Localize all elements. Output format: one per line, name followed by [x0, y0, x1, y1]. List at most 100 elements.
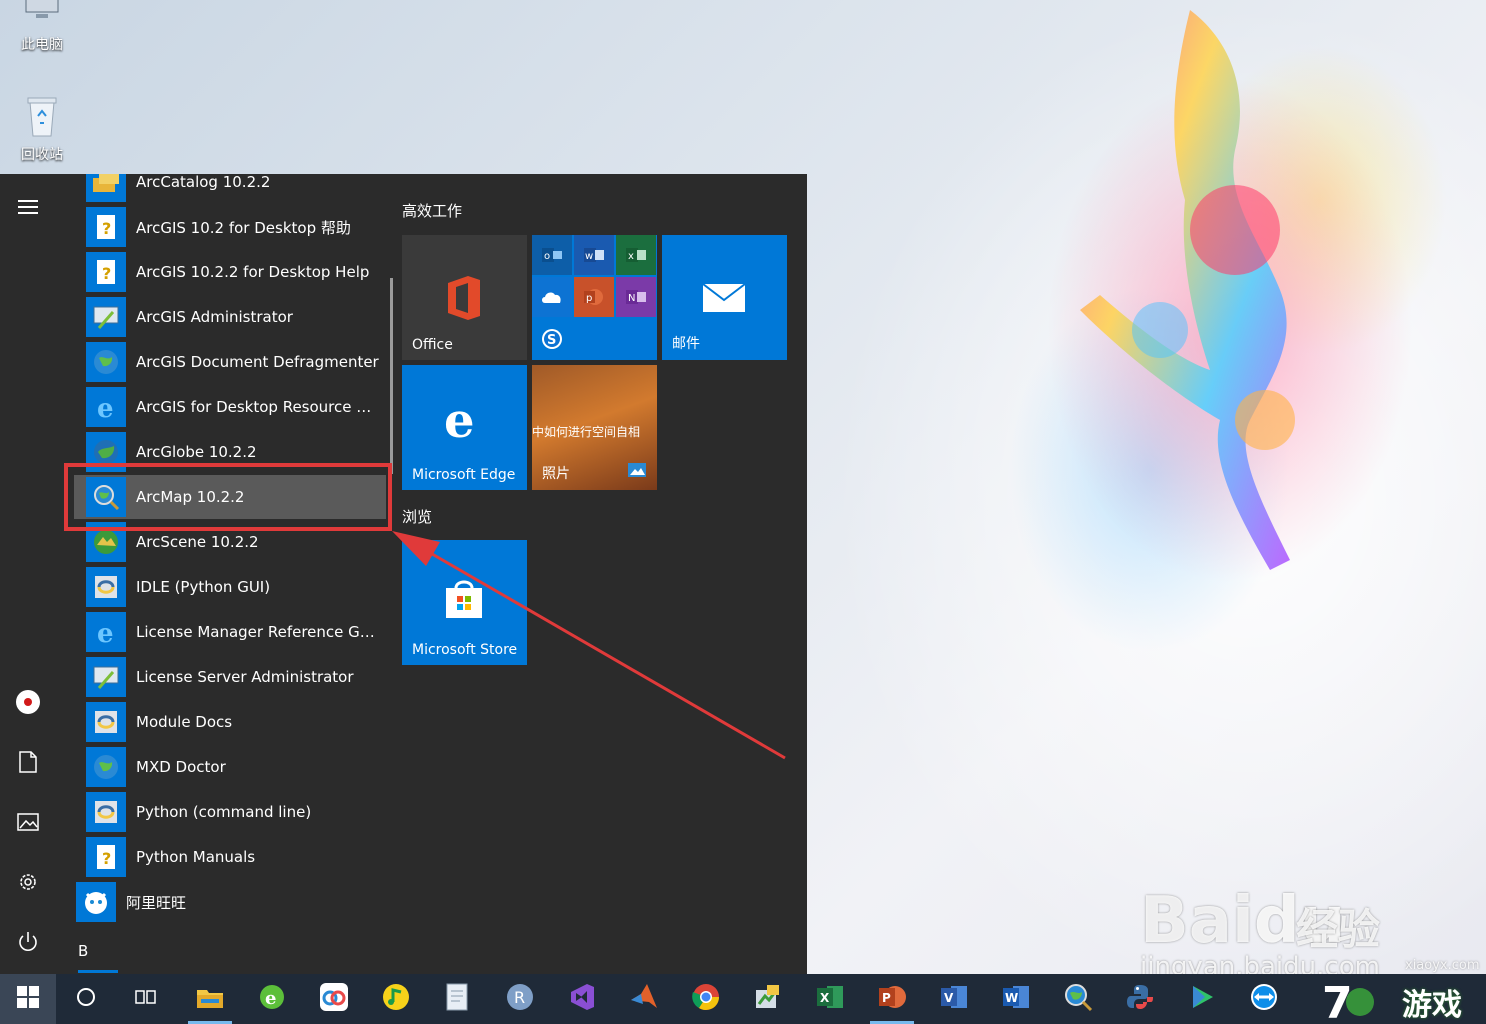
tile-label: 照片 [542, 466, 570, 482]
photos-icon [627, 462, 647, 482]
game-brand-watermark: 7 游戏 [1318, 974, 1486, 1024]
taskbar-app-chrome[interactable] [678, 974, 734, 1024]
documents-button[interactable] [8, 744, 48, 784]
list-item[interactable]: e License Manager Reference Gui... [86, 610, 386, 654]
section-divider [78, 970, 118, 973]
excel-icon[interactable]: x [616, 235, 656, 275]
help-icon: ? [86, 207, 126, 247]
taskbar-app-visual-studio[interactable] [554, 974, 610, 1024]
taskbar-app-media-player[interactable] [1174, 974, 1230, 1024]
qq-music-icon [381, 982, 411, 1016]
watermark-jingyan-text: 经验 [1296, 905, 1381, 954]
word-icon: W [1001, 982, 1031, 1016]
section-header-b[interactable]: B [78, 942, 88, 960]
outlook-icon[interactable]: o [532, 235, 572, 275]
word-icon[interactable]: w [574, 235, 614, 275]
app-label: Module Docs [136, 713, 233, 731]
taskbar-app-python[interactable] [1112, 974, 1168, 1024]
user-account-button[interactable] [8, 684, 48, 724]
svg-text:X: X [820, 991, 830, 1005]
settings-button[interactable] [8, 864, 48, 904]
skype-icon[interactable]: S [532, 319, 572, 359]
powerpoint-icon[interactable]: p [574, 277, 614, 317]
list-item[interactable]: IDLE (Python GUI) [86, 565, 386, 609]
python-icon [86, 792, 126, 832]
taskbar-app-r[interactable]: R [492, 974, 548, 1024]
list-item[interactable]: ArcGIS Administrator [86, 295, 386, 339]
gear-icon [17, 871, 39, 897]
pictures-button[interactable] [8, 804, 48, 844]
list-item[interactable]: Python (command line) [86, 790, 386, 834]
list-item[interactable]: License Server Administrator [86, 655, 386, 699]
list-item[interactable]: ? ArcGIS 10.2.2 for Desktop Help [86, 250, 386, 294]
python-icon [86, 567, 126, 607]
visio-icon: V [939, 982, 969, 1016]
task-view-icon [134, 987, 158, 1011]
tile-mail[interactable]: 邮件 [662, 235, 787, 360]
scrollbar[interactable] [390, 278, 393, 474]
media-player-icon [1187, 982, 1217, 1016]
tile-microsoft-edge[interactable]: e Microsoft Edge [402, 365, 527, 490]
list-item[interactable]: ? ArcGIS 10.2 for Desktop 帮助 [86, 205, 386, 249]
tile-group-title[interactable]: 高效工作 [402, 200, 462, 221]
taskbar-app-powerpoint[interactable]: P [864, 974, 920, 1024]
tile-label: 邮件 [672, 336, 700, 352]
taskbar-app-teamviewer[interactable] [1236, 974, 1292, 1024]
app-label: Python Manuals [136, 848, 256, 866]
tile-microsoft-store[interactable]: Microsoft Store [402, 540, 527, 665]
desktop-icon-recycle-bin[interactable]: 回收站 [2, 92, 82, 164]
list-item[interactable]: Module Docs [86, 700, 386, 744]
start-button[interactable] [0, 974, 56, 1024]
power-button[interactable] [8, 924, 48, 964]
svg-text:x: x [628, 251, 634, 262]
list-item[interactable]: ArcCatalog 10.2.2 [86, 174, 386, 204]
list-item[interactable]: ArcGIS Document Defragmenter [86, 340, 386, 384]
watermark-site: xiaoyx.com [1405, 958, 1480, 973]
tile-office[interactable]: Office [402, 235, 527, 360]
taskbar-app-word[interactable]: W [988, 974, 1044, 1024]
taskbar-app-ie-browser[interactable]: e [244, 974, 300, 1024]
pictures-icon [17, 813, 39, 835]
taskbar-app-arccatalog[interactable] [740, 974, 796, 1024]
desktop-icon-computer[interactable]: 此电脑 [2, 0, 82, 54]
task-view-button[interactable] [118, 974, 174, 1024]
tile-photos[interactable]: 中如何进行空间自相 照片 [532, 365, 657, 490]
svg-text:N: N [628, 293, 635, 304]
onenote-icon[interactable]: N [616, 277, 656, 317]
game-brand-logo: 7 [1322, 978, 1374, 1024]
onedrive-icon[interactable] [532, 277, 572, 317]
admin-icon [86, 297, 126, 337]
aliwangwang-icon [76, 882, 116, 922]
list-item[interactable]: MXD Doctor [86, 745, 386, 789]
admin-icon [86, 657, 126, 697]
taskbar-app-excel[interactable]: X [802, 974, 858, 1024]
avatar [15, 689, 41, 719]
r-icon: R [505, 982, 535, 1016]
taskbar-app-matlab[interactable] [616, 974, 672, 1024]
wallpaper-figure [1080, 10, 1295, 570]
matlab-icon [629, 982, 659, 1016]
svg-text:e: e [97, 619, 114, 647]
taskbar-app-qq-music[interactable] [368, 974, 424, 1024]
taskbar-app-file-explorer[interactable] [182, 974, 238, 1024]
document-icon [19, 751, 37, 777]
list-item[interactable]: 阿里旺旺 [76, 880, 376, 924]
tile-office-apps-group[interactable]: o w x p N S [532, 235, 657, 360]
hamburger-icon [18, 199, 38, 219]
menu-expand-button[interactable] [8, 189, 48, 229]
app-list[interactable]: ArcCatalog 10.2.2 ? ArcGIS 10.2 for Desk… [56, 174, 392, 974]
taskbar-app-baidu-netdisk[interactable] [306, 974, 362, 1024]
tile-group-title[interactable]: 浏览 [402, 506, 432, 527]
search-button[interactable] [58, 974, 114, 1024]
tile-label: Office [412, 337, 453, 353]
list-item[interactable]: e ArcGIS for Desktop Resource Ce... [86, 385, 386, 429]
taskbar-app-notepad[interactable] [430, 974, 486, 1024]
recycle-bin-icon [18, 92, 66, 140]
list-item[interactable]: ? Python Manuals [86, 835, 386, 879]
tile-label: Microsoft Store [412, 642, 518, 658]
taskbar-app-arcmap[interactable] [1050, 974, 1106, 1024]
app-label: ArcCatalog 10.2.2 [136, 174, 271, 191]
taskbar-app-visio[interactable]: V [926, 974, 982, 1024]
visual-studio-icon [567, 982, 597, 1016]
ie-icon: e [86, 612, 126, 652]
